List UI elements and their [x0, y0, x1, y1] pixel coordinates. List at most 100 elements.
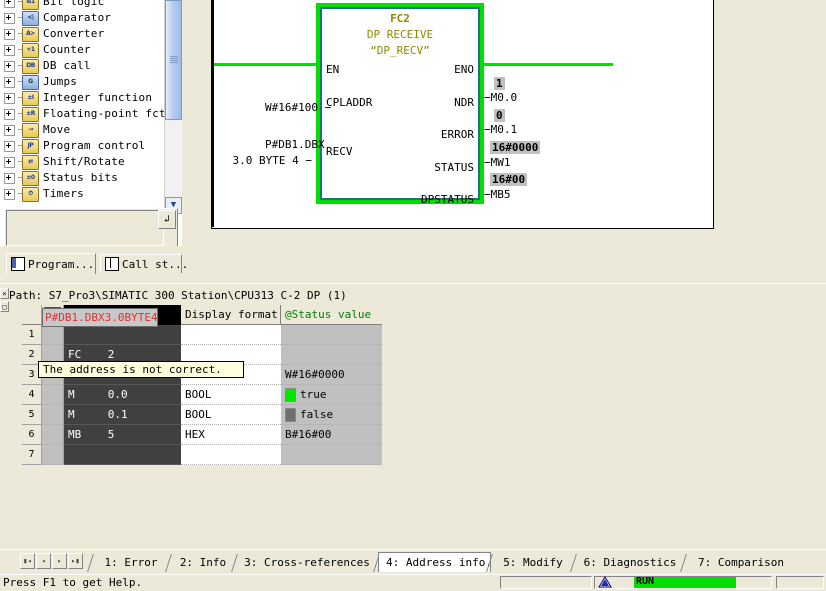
- cell-address[interactable]: [64, 445, 181, 465]
- expander-icon[interactable]: [4, 108, 15, 120]
- tab-program-elements[interactable]: Program...: [6, 253, 96, 274]
- cell-display-format[interactable]: [181, 325, 281, 345]
- pin-en: EN: [326, 63, 340, 76]
- bottom-tab-5[interactable]: 5: Modify: [491, 554, 575, 572]
- address-edit-cell[interactable]: P#DB1.DBX3.0BYTE4: [42, 308, 158, 327]
- tab-call-structure[interactable]: Call st...: [100, 254, 188, 273]
- vat-grid[interactable]: Address Display format @Status value 12F…: [22, 305, 382, 465]
- prev-icon[interactable]: ◂: [36, 553, 51, 569]
- tree-panel-tabs[interactable]: Program... Call st...: [0, 253, 188, 275]
- bottom-tab-6[interactable]: 6: Diagnostics: [575, 554, 685, 572]
- tree-item-status-bits[interactable]: ±0 Status bits: [0, 170, 160, 186]
- tree-item-counter[interactable]: +1 Counter: [0, 42, 160, 58]
- expander-icon[interactable]: [4, 156, 15, 168]
- expander-icon[interactable]: [4, 0, 15, 8]
- row-symbol-cell[interactable]: [42, 445, 64, 465]
- cell-display-format[interactable]: HEX: [181, 425, 281, 445]
- expander-icon[interactable]: [4, 124, 15, 136]
- expander-icon[interactable]: [4, 60, 15, 72]
- tree-vertical-scrollbar[interactable]: ▼: [164, 0, 182, 214]
- program-elements-tree[interactable]: &1 Bit logic <| Comparator A> Converter +1 Coun…: [0, 0, 184, 246]
- variable-table-window[interactable]: × □ Path: S7_Pro3\SIMATIC 300 Station\CP…: [0, 288, 826, 545]
- operand-error[interactable]: −M0.1: [484, 123, 517, 136]
- tree-item-converter[interactable]: A> Converter: [0, 26, 160, 42]
- bottom-tab-strip[interactable]: ▮◂ ◂ ▸ ▸▮ 1: Error 2: Info 3: Cross-refere…: [0, 549, 826, 574]
- cell-status-value[interactable]: false: [281, 405, 382, 425]
- error-tooltip: The address is not correct.: [38, 361, 244, 378]
- expander-icon[interactable]: [4, 76, 15, 88]
- row-symbol-cell[interactable]: [42, 385, 64, 405]
- tree-item-bit-logic[interactable]: &1 Bit logic: [0, 0, 160, 10]
- bottom-tab-1[interactable]: 1: Error: [92, 554, 170, 572]
- tree-item-db-call[interactable]: DB DB call: [0, 58, 160, 74]
- cell-address[interactable]: MB 5: [64, 425, 181, 445]
- table-row[interactable]: 1: [22, 325, 382, 345]
- row-number: 7: [22, 445, 42, 465]
- expander-icon[interactable]: [4, 28, 15, 40]
- vat-left-gutter: × □: [0, 288, 9, 545]
- table-row[interactable]: 5 M 0.1 BOOL false: [22, 405, 382, 425]
- tree-item-move[interactable]: → Move: [0, 122, 160, 138]
- table-row[interactable]: 4 M 0.0 BOOL true: [22, 385, 382, 405]
- jump-to-icon[interactable]: ↲: [158, 210, 176, 229]
- tree-item-list[interactable]: &1 Bit logic <| Comparator A> Converter +1 Coun…: [0, 0, 172, 202]
- bottom-tab-4[interactable]: 4: Address info.: [378, 552, 492, 572]
- header-status-value[interactable]: @Status value: [281, 305, 382, 325]
- fc2-function-block[interactable]: FC2 DP RECEIVE “DP_RECV” EN CPLADDR RECV…: [316, 3, 484, 206]
- tree-item-integer-function[interactable]: ±I Integer function: [0, 90, 160, 106]
- folder-integer-function-icon: ±I: [22, 90, 39, 106]
- tree-item-timers[interactable]: ⏱ Timers: [0, 186, 160, 202]
- cell-status-value[interactable]: true: [281, 385, 382, 405]
- cell-status-value[interactable]: [281, 325, 382, 345]
- row-symbol-cell[interactable]: [42, 425, 64, 445]
- expander-icon[interactable]: [4, 12, 15, 24]
- operand-recv[interactable]: P#DB1.DBX 3.0 BYTE 4 −: [212, 121, 325, 185]
- row-number: 6: [22, 425, 42, 445]
- cell-status-value[interactable]: [281, 445, 382, 465]
- next-icon[interactable]: ▸: [52, 553, 67, 569]
- operand-ndr[interactable]: −M0.0: [484, 91, 517, 104]
- cell-display-format[interactable]: BOOL: [181, 385, 281, 405]
- bottom-tab-7[interactable]: 7: Comparison: [685, 554, 797, 572]
- tree-item-label: Integer function: [43, 91, 153, 104]
- row-symbol-cell[interactable]: [42, 405, 64, 425]
- row-symbol-cell[interactable]: [42, 325, 64, 345]
- tree-item-jumps[interactable]: G Jumps: [0, 74, 160, 90]
- ladder-editor-area[interactable]: FC2 DP RECEIVE “DP_RECV” EN CPLADDR RECV…: [186, 0, 826, 283]
- first-icon[interactable]: ▮◂: [20, 553, 35, 569]
- operand-status[interactable]: −MW1: [484, 156, 511, 169]
- table-row[interactable]: 7: [22, 445, 382, 465]
- table-row[interactable]: 6 MB 5 HEX B#16#00: [22, 425, 382, 445]
- tree-item-comparator[interactable]: <| Comparator: [0, 10, 160, 26]
- tree-item-floating-point-fct[interactable]: ±R Floating-point fct.: [0, 106, 172, 122]
- expander-icon[interactable]: [4, 172, 15, 184]
- scrollbar-thumb[interactable]: [165, 0, 182, 120]
- operand-dpstatus[interactable]: −MB5: [484, 188, 511, 201]
- expander-icon[interactable]: [4, 92, 15, 104]
- expander-icon[interactable]: [4, 188, 15, 200]
- cell-address[interactable]: [64, 325, 181, 345]
- last-icon[interactable]: ▸▮: [68, 553, 83, 569]
- tab-navigation-buttons[interactable]: ▮◂ ◂ ▸ ▸▮: [20, 553, 84, 569]
- pin-cpladdr: CPLADDR: [326, 96, 373, 109]
- bottom-tab-3[interactable]: 3: Cross-references: [236, 554, 378, 572]
- expander-icon[interactable]: [4, 44, 15, 56]
- cell-address[interactable]: M 0.0: [64, 385, 181, 405]
- close-icon[interactable]: ×: [0, 288, 9, 299]
- cell-address[interactable]: M 0.1: [64, 405, 181, 425]
- expander-icon[interactable]: [4, 140, 15, 152]
- network-canvas[interactable]: FC2 DP RECEIVE “DP_RECV” EN CPLADDR RECV…: [211, 0, 714, 229]
- cell-display-format[interactable]: [181, 445, 281, 465]
- tree-item-shift-rotate[interactable]: ⇄ Shift/Rotate: [0, 154, 160, 170]
- bottom-tab-2[interactable]: 2: Info: [170, 554, 236, 572]
- folder-counter-icon: +1: [22, 42, 39, 58]
- tree-item-program-control[interactable]: JP Program control: [0, 138, 160, 154]
- vat-path-label: Path: S7_Pro3\SIMATIC 300 Station\CPU313…: [9, 289, 347, 302]
- cell-display-format[interactable]: BOOL: [181, 405, 281, 425]
- block-symbolic-name: “DP_RECV”: [370, 44, 430, 57]
- header-display-format[interactable]: Display format: [181, 305, 281, 325]
- restore-icon[interactable]: □: [0, 301, 9, 312]
- cell-status-value[interactable]: B#16#00: [281, 425, 382, 445]
- cell-status-value[interactable]: [281, 345, 382, 365]
- cell-status-value[interactable]: W#16#0000: [281, 365, 382, 385]
